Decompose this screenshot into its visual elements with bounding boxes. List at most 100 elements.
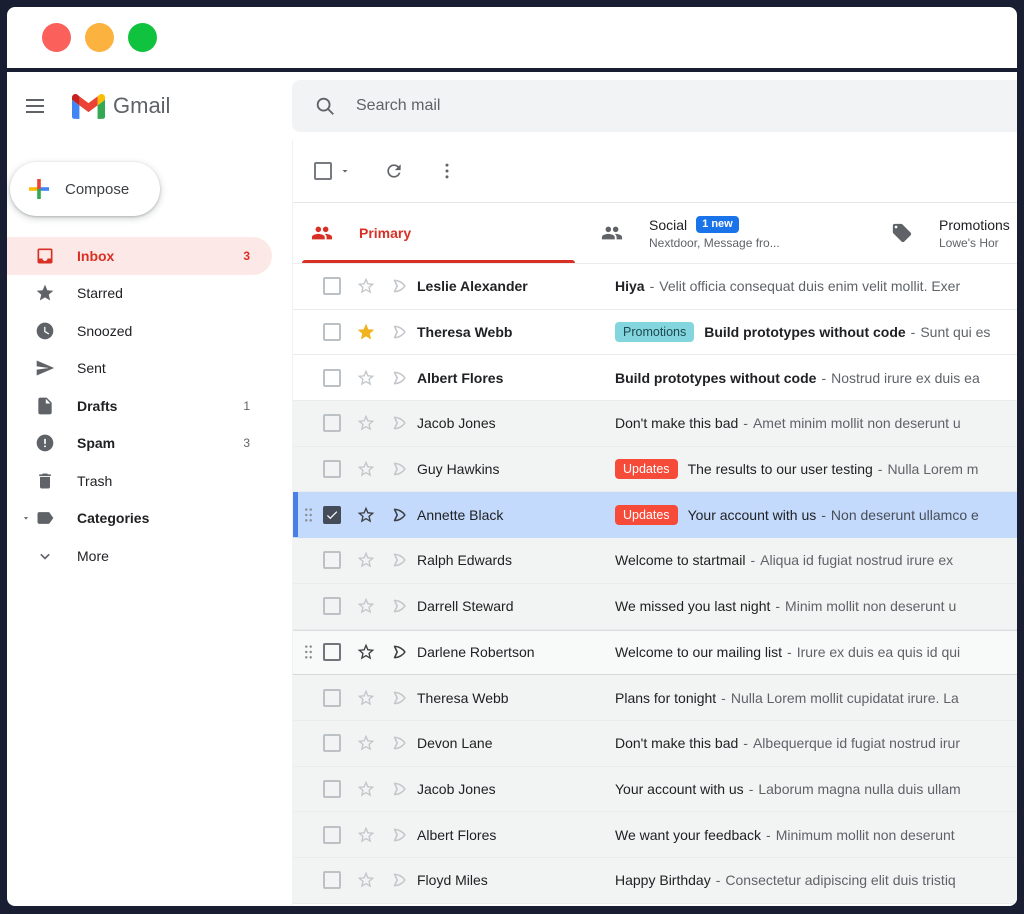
sidebar-item-categories[interactable]: Categories: [7, 500, 272, 538]
star-outline-icon[interactable]: [356, 596, 376, 616]
importance-marker-icon[interactable]: [390, 368, 410, 388]
draft-icon: [35, 396, 55, 416]
star-outline-icon[interactable]: [356, 368, 376, 388]
star-outline-icon[interactable]: [356, 276, 376, 296]
email-checkbox[interactable]: [323, 369, 341, 387]
email-row[interactable]: Albert Flores We want your feedback - Mi…: [293, 812, 1017, 858]
email-subject: Hiya: [615, 278, 645, 294]
email-checkbox[interactable]: [323, 551, 341, 569]
email-row[interactable]: Theresa Webb Promotions Build prototypes…: [293, 310, 1017, 356]
email-checkbox[interactable]: [323, 506, 341, 524]
email-snippet: Nulla Lorem mollit cupidatat irure. La: [731, 690, 959, 706]
email-checkbox[interactable]: [323, 871, 341, 889]
importance-marker-icon[interactable]: [390, 642, 410, 662]
email-checkbox[interactable]: [323, 597, 341, 615]
minimize-button[interactable]: [85, 23, 114, 52]
importance-marker-icon[interactable]: [390, 505, 410, 525]
sidebar-item-spam[interactable]: Spam 3: [7, 425, 272, 463]
tab-subtitle: Nextdoor, Message fro...: [649, 236, 780, 250]
browser-window: Gmail Compose: [0, 0, 1024, 914]
email-row[interactable]: Darlene Robertson Welcome to our mailing…: [293, 630, 1017, 676]
importance-marker-icon[interactable]: [390, 322, 410, 342]
email-sender: Darlene Robertson: [417, 644, 615, 660]
sidebar-item-snoozed[interactable]: Snoozed: [7, 312, 272, 350]
email-row[interactable]: Devon Lane Don't make this bad - Albeque…: [293, 721, 1017, 767]
star-outline-icon[interactable]: [356, 505, 376, 525]
email-checkbox[interactable]: [323, 643, 341, 661]
importance-marker-icon[interactable]: [390, 779, 410, 799]
star-outline-icon[interactable]: [356, 642, 376, 662]
importance-marker-icon[interactable]: [390, 688, 410, 708]
importance-marker-icon[interactable]: [390, 550, 410, 570]
importance-marker-icon[interactable]: [390, 276, 410, 296]
email-checkbox[interactable]: [323, 277, 341, 295]
importance-marker-icon[interactable]: [390, 413, 410, 433]
star-outline-icon[interactable]: [356, 733, 376, 753]
more-vert-icon[interactable]: [437, 161, 457, 181]
refresh-icon[interactable]: [384, 161, 404, 181]
email-checkbox[interactable]: [323, 689, 341, 707]
tab-label: Primary: [359, 225, 411, 241]
search-input[interactable]: [356, 97, 656, 115]
email-row[interactable]: Floyd Miles Happy Birthday - Consectetur…: [293, 858, 1017, 904]
email-row[interactable]: Annette Black Updates Your account with …: [293, 492, 1017, 538]
tab-social[interactable]: Social 1 new Nextdoor, Message fro...: [583, 203, 873, 263]
importance-marker-icon[interactable]: [390, 825, 410, 845]
email-row[interactable]: Darrell Steward We missed you last night…: [293, 584, 1017, 630]
email-checkbox[interactable]: [323, 323, 341, 341]
email-row[interactable]: Jacob Jones Your account with us - Labor…: [293, 767, 1017, 813]
star-filled-icon[interactable]: [356, 322, 376, 342]
email-snippet: Albequerque id fugiat nostrud irur: [753, 735, 960, 751]
star-outline-icon[interactable]: [356, 779, 376, 799]
category-tabs: Primary Social 1 new: [293, 203, 1017, 264]
sidebar-item-inbox[interactable]: Inbox 3: [7, 237, 272, 275]
star-outline-icon[interactable]: [356, 550, 376, 570]
email-row[interactable]: Albert Flores Build prototypes without c…: [293, 355, 1017, 401]
sidebar-item-drafts[interactable]: Drafts 1: [7, 387, 272, 425]
email-checkbox[interactable]: [323, 414, 341, 432]
sidebar-item-starred[interactable]: Starred: [7, 275, 272, 313]
email-row[interactable]: Guy Hawkins Updates The results to our u…: [293, 447, 1017, 493]
hamburger-icon[interactable]: [23, 94, 47, 118]
tab-promotions[interactable]: Promotions Lowe's Hor: [873, 203, 1017, 263]
email-checkbox[interactable]: [323, 734, 341, 752]
search-bar[interactable]: [292, 80, 1017, 132]
tab-primary[interactable]: Primary: [293, 203, 583, 263]
importance-marker-icon[interactable]: [390, 596, 410, 616]
email-sender: Guy Hawkins: [417, 461, 615, 477]
email-sender: Theresa Webb: [417, 690, 615, 706]
importance-marker-icon[interactable]: [390, 459, 410, 479]
select-caret-icon[interactable]: [339, 165, 351, 177]
sidebar-item-label: Inbox: [77, 248, 114, 264]
email-subject: Plans for tonight: [615, 690, 716, 706]
email-checkbox[interactable]: [323, 460, 341, 478]
sidebar-item-trash[interactable]: Trash: [7, 462, 272, 500]
email-row[interactable]: Leslie Alexander Hiya - Velit officia co…: [293, 264, 1017, 310]
email-row[interactable]: Ralph Edwards Welcome to startmail - Ali…: [293, 538, 1017, 584]
sidebar-item-label: Drafts: [77, 398, 117, 414]
email-checkbox[interactable]: [323, 826, 341, 844]
star-outline-icon[interactable]: [356, 870, 376, 890]
maximize-button[interactable]: [128, 23, 157, 52]
importance-marker-icon[interactable]: [390, 870, 410, 890]
chevron-down-icon: [35, 546, 55, 566]
star-outline-icon[interactable]: [356, 459, 376, 479]
window-titlebar: [7, 7, 1017, 68]
star-outline-icon[interactable]: [356, 825, 376, 845]
email-row[interactable]: Jacob Jones Don't make this bad - Amet m…: [293, 401, 1017, 447]
close-button[interactable]: [42, 23, 71, 52]
star-outline-icon[interactable]: [356, 413, 376, 433]
sidebar-item-count: 1: [243, 399, 250, 413]
compose-button[interactable]: Compose: [10, 162, 160, 216]
select-all-checkbox[interactable]: [314, 162, 332, 180]
sidebar-item-more[interactable]: More: [7, 537, 272, 575]
importance-marker-icon[interactable]: [390, 733, 410, 753]
email-sender: Annette Black: [417, 507, 615, 523]
email-sender: Darrell Steward: [417, 598, 615, 614]
email-checkbox[interactable]: [323, 780, 341, 798]
compose-label: Compose: [65, 181, 129, 198]
email-row[interactable]: Theresa Webb Plans for tonight - Nulla L…: [293, 675, 1017, 721]
email-snippet: Consectetur adipiscing elit duis tristiq: [725, 872, 955, 888]
sidebar-item-sent[interactable]: Sent: [7, 350, 272, 388]
star-outline-icon[interactable]: [356, 688, 376, 708]
